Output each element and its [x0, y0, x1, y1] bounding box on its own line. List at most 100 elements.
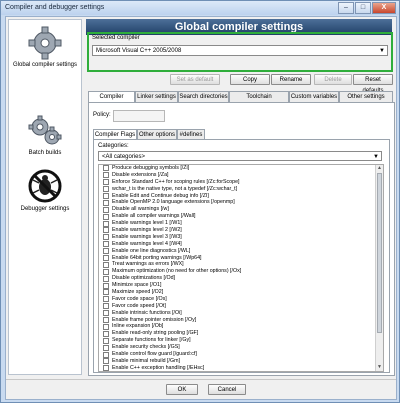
flag-label: Enable security checks [/GS] — [112, 344, 180, 351]
flag-label: Enable all compiler warnings [/Wall] — [112, 213, 196, 220]
flag-label: Enable Edit and Continue debug info [/ZI… — [112, 192, 209, 199]
flag-row[interactable]: Disable extensions [/Za] — [99, 172, 383, 179]
flag-checkbox[interactable] — [103, 268, 109, 275]
flag-row[interactable]: Enable warnings level 4 [/W4] — [99, 241, 383, 248]
categories-select[interactable]: <All categories> ▼ — [98, 151, 382, 161]
flag-row[interactable]: Enable frame pointer omission [/Oy] — [99, 317, 383, 324]
tab-linker-settings[interactable]: Linker settings — [135, 91, 178, 102]
flag-checkbox[interactable] — [103, 296, 109, 303]
flag-row[interactable]: Favor code speed [/Ot] — [99, 303, 383, 310]
title-bar[interactable]: Compiler and debugger settings – □ X — [1, 1, 399, 15]
flag-row[interactable]: wchar_t is the native type, not a typede… — [99, 186, 383, 193]
close-button[interactable]: X — [372, 2, 396, 14]
flag-row[interactable]: Enable Edit and Continue debug info [/ZI… — [99, 193, 383, 200]
copy-button[interactable]: Copy — [230, 74, 270, 85]
tab-custom-variables[interactable]: Custom variables — [289, 91, 339, 102]
tab-defines[interactable]: #defines — [177, 129, 205, 139]
nav-item-batch-builds[interactable]: Batch builds — [9, 114, 81, 156]
maximize-button[interactable]: □ — [355, 2, 371, 14]
flag-row[interactable]: Inline expansion [/Ob] — [99, 323, 383, 330]
settings-nav: Global compiler settings Batch builds De… — [8, 19, 82, 375]
flag-checkbox[interactable] — [103, 248, 109, 255]
policy-label: Policy: — [93, 112, 111, 118]
flag-checkbox[interactable] — [103, 310, 109, 317]
flag-row[interactable]: Enable 64bit porting warnings [/Wp64] — [99, 255, 383, 262]
flag-checkbox[interactable] — [103, 344, 109, 351]
flag-checkbox[interactable] — [103, 186, 109, 193]
chevron-down-icon: ▼ — [373, 154, 379, 160]
flag-label: Enable warnings level 2 [/W2] — [112, 227, 182, 234]
flag-label: Enforce Standard C++ for scoping rules [… — [112, 178, 240, 185]
flag-row[interactable]: Maximum optimization (no need for other … — [99, 268, 383, 275]
scroll-down-icon[interactable]: ▼ — [376, 364, 383, 371]
tab-other-options[interactable]: Other options — [137, 129, 177, 139]
flag-row[interactable]: Enable control flow guard [/guard:cf] — [99, 351, 383, 358]
flag-checkbox[interactable] — [103, 255, 109, 262]
flag-checkbox[interactable] — [103, 227, 109, 234]
reset-defaults-button[interactable]: Reset defaults — [353, 74, 393, 94]
flag-label: Enable 64bit porting warnings [/Wp64] — [112, 254, 202, 261]
flag-checkbox[interactable] — [103, 172, 109, 179]
ok-button[interactable]: OK — [166, 384, 198, 395]
tab-other-settings[interactable]: Other settings — [339, 91, 393, 102]
delete-button[interactable]: Delete — [314, 74, 352, 85]
flag-checkbox[interactable] — [103, 179, 109, 186]
flag-checkbox[interactable] — [103, 330, 109, 337]
flag-label: Enable warnings level 3 [/W3] — [112, 233, 182, 240]
minimize-button[interactable]: – — [338, 2, 354, 14]
flag-row[interactable]: Enable security checks [/GS] — [99, 344, 383, 351]
compiler-select[interactable]: Microsoft Visual C++ 2005/2008 ▼ — [92, 45, 388, 56]
flag-checkbox[interactable] — [103, 213, 109, 220]
flag-row[interactable]: Enforce Standard C++ for scoping rules [… — [99, 179, 383, 186]
flag-checkbox[interactable] — [103, 317, 109, 324]
flag-checkbox[interactable] — [103, 358, 109, 365]
flag-row[interactable]: Enable warnings level 3 [/W3] — [99, 234, 383, 241]
flag-checkbox[interactable] — [103, 282, 109, 289]
flag-checkbox[interactable] — [103, 220, 109, 227]
cancel-button[interactable]: Cancel — [208, 384, 246, 395]
flag-row[interactable]: Produce debugging symbols [/Zi] — [99, 165, 383, 172]
flag-checkbox[interactable] — [103, 337, 109, 344]
flag-row[interactable]: Enable OpenMP 2.0 language extensions [/… — [99, 199, 383, 206]
flag-checkbox[interactable] — [103, 206, 109, 213]
flag-row[interactable]: Maximize speed [/O2] — [99, 289, 383, 296]
flag-row[interactable]: Enable warnings level 1 [/W1] — [99, 220, 383, 227]
scroll-thumb[interactable] — [377, 173, 382, 333]
flag-checkbox[interactable] — [103, 365, 109, 371]
flag-row[interactable]: Enable intrinsic functions [/Oi] — [99, 310, 383, 317]
categories-value: <All categories> — [102, 154, 146, 160]
flag-checkbox[interactable] — [103, 193, 109, 200]
flag-row[interactable]: Separate functions for linker [/Gy] — [99, 337, 383, 344]
flag-checkbox[interactable] — [103, 289, 109, 296]
flag-checkbox[interactable] — [103, 303, 109, 310]
flag-row[interactable]: Enable all compiler warnings [/Wall] — [99, 213, 383, 220]
tab-search-directories[interactable]: Search directories — [178, 91, 229, 102]
flag-row[interactable]: Disable optimizations [/Od] — [99, 275, 383, 282]
tab-compiler-flags[interactable]: Compiler Flags — [93, 129, 137, 139]
nav-item-debugger-settings[interactable]: Debugger settings — [9, 168, 81, 212]
nav-item-global-compiler[interactable]: Global compiler settings — [9, 26, 81, 68]
flag-checkbox[interactable] — [103, 165, 109, 172]
flag-row[interactable]: Favor code space [/Os] — [99, 296, 383, 303]
flag-row[interactable]: Enable C++ exception handling [/EHsc] — [99, 365, 383, 371]
flag-row[interactable]: Enable minimal rebuild [/Gm] — [99, 358, 383, 365]
flag-row[interactable]: Disable all warnings [/w] — [99, 206, 383, 213]
flag-checkbox[interactable] — [103, 241, 109, 248]
flag-checkbox[interactable] — [103, 351, 109, 358]
scroll-up-icon[interactable]: ▲ — [376, 165, 383, 172]
flag-row[interactable]: Minimize space [/O1] — [99, 282, 383, 289]
flag-checkbox[interactable] — [103, 323, 109, 330]
flag-checkbox[interactable] — [103, 275, 109, 282]
flag-row[interactable]: Enable warnings level 2 [/W2] — [99, 227, 383, 234]
flag-row[interactable]: Enable one line diagnostics [/WL] — [99, 248, 383, 255]
flag-row[interactable]: Enable read-only string pooling [/GF] — [99, 330, 383, 337]
vertical-scrollbar[interactable]: ▲ ▼ — [375, 165, 383, 371]
flag-row[interactable]: Treat warnings as errors [/WX] — [99, 261, 383, 268]
tab-toolchain-executables[interactable]: Toolchain executables — [229, 91, 289, 111]
policy-select[interactable] — [113, 110, 165, 122]
flag-checkbox[interactable] — [103, 234, 109, 241]
set-default-button[interactable]: Set as default — [170, 74, 220, 85]
flag-checkbox[interactable] — [103, 261, 109, 268]
rename-button[interactable]: Rename — [271, 74, 311, 85]
flag-checkbox[interactable] — [103, 199, 109, 206]
